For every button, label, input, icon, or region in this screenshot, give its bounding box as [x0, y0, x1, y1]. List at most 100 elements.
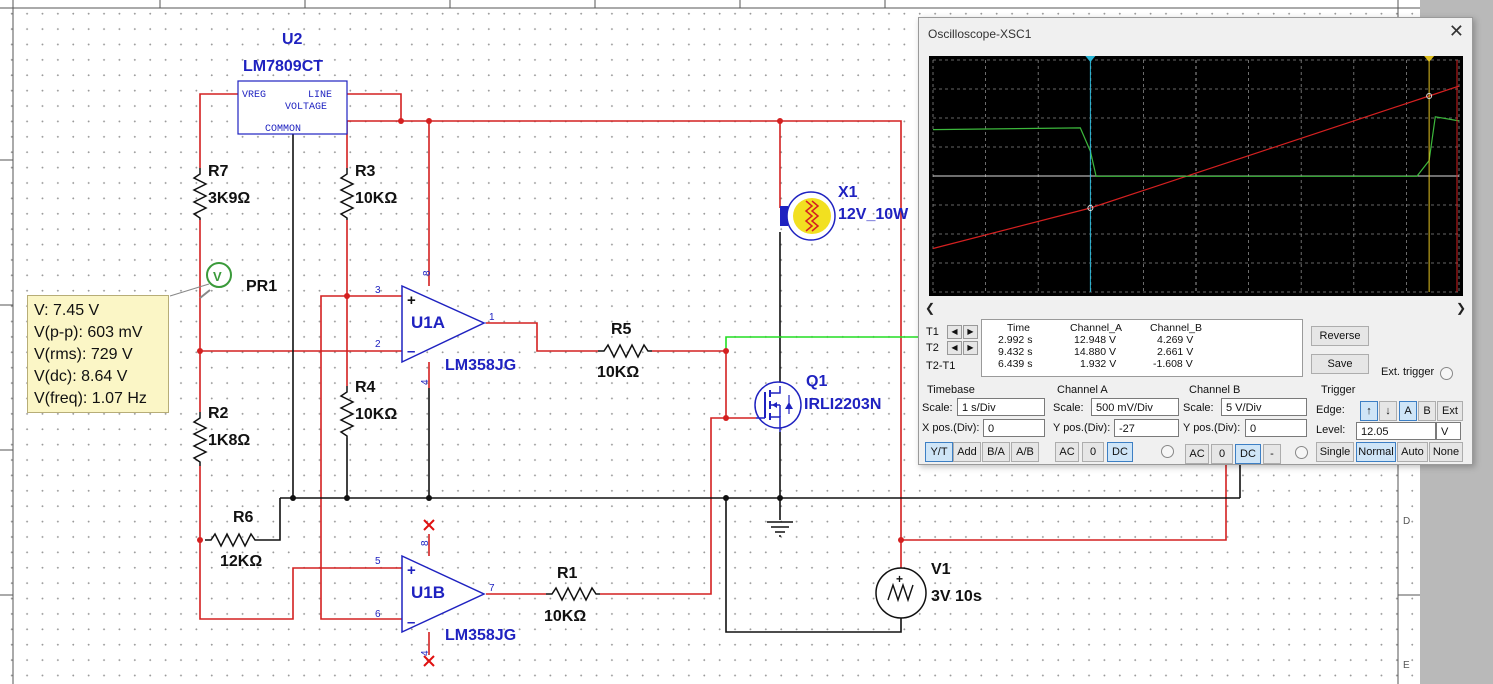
r1-value: 10KΩ [544, 608, 586, 625]
probe-pr1[interactable]: V PR1 [169, 262, 277, 299]
probe-glyph: V [213, 269, 222, 284]
t2-left-arrow-icon[interactable]: ◀ [947, 341, 962, 355]
ruler-letter-e: E [1403, 660, 1410, 671]
wire-green[interactable] [725, 336, 925, 351]
readout-t2-time: 9.432 s [998, 346, 1033, 358]
save-button[interactable]: Save [1311, 354, 1369, 374]
resistor-r7[interactable]: R7 3K9Ω [192, 163, 250, 220]
channel-a-radio[interactable] [1161, 445, 1174, 458]
ext-trigger-radio[interactable] [1440, 367, 1453, 380]
resistor-r5[interactable]: R5 10KΩ [597, 321, 652, 381]
channel-a-ypos-label: Y pos.(Div): [1053, 422, 1111, 434]
lamp-x1[interactable]: X1 12V_10W [780, 184, 909, 241]
readout-header-chb: Channel_B [1150, 322, 1202, 334]
probe-vfreq: V(freq): 1.07 Hz [34, 390, 147, 407]
oscilloscope-window[interactable]: Oscilloscope-XSC1 ✕ ❮ ❯ T1 ◀ ▶ T2 ◀ ▶ T2… [918, 17, 1473, 465]
t1-left-arrow-icon[interactable]: ◀ [947, 325, 962, 339]
opamp-u1b[interactable]: + – U1B LM358JG 5 6 7 8 4 [375, 540, 516, 656]
scope-screen[interactable] [929, 56, 1463, 296]
falling-edge-icon[interactable]: ↓ [1379, 401, 1397, 421]
trigger-normal-button[interactable]: Normal [1356, 442, 1396, 462]
svg-text:–: – [407, 343, 415, 360]
channel-a-dc-button[interactable]: DC [1107, 442, 1133, 462]
u2-ref: U2 [282, 31, 303, 48]
ext-trigger-label: Ext. trigger [1381, 366, 1435, 378]
resistor-r6[interactable]: R6 12KΩ [205, 509, 262, 570]
channel-b-ypos-field[interactable]: 0 [1245, 419, 1307, 437]
readout-dt-cha: 1.932 V [1080, 358, 1117, 370]
u1a-part: LM358JG [445, 357, 516, 374]
u2-pin-voltage: VOLTAGE [285, 102, 327, 113]
readout-header-time: Time [1007, 322, 1030, 334]
mode-add-button[interactable]: Add [953, 442, 981, 462]
trigger-src-b-button[interactable]: B [1418, 401, 1436, 421]
u1b-part: LM358JG [445, 627, 516, 644]
channel-b-radio[interactable] [1295, 446, 1308, 459]
trigger-src-a-button[interactable]: A [1399, 401, 1417, 421]
channel-b-invert-button[interactable]: - [1263, 444, 1281, 464]
rising-edge-icon[interactable]: ↑ [1360, 401, 1378, 421]
resistor-r1[interactable]: R1 10KΩ [544, 565, 600, 625]
probe-voltage: V: 7.45 V [34, 302, 100, 319]
t1-right-arrow-icon[interactable]: ▶ [963, 325, 978, 339]
mode-ba-button[interactable]: B/A [982, 442, 1010, 462]
ground-icon [767, 521, 793, 537]
t1-label: T1 [926, 326, 939, 338]
v1-value: 3V 10s [931, 588, 982, 605]
readout-t2-chb: 2.661 V [1157, 346, 1194, 358]
close-icon[interactable]: ✕ [1449, 21, 1464, 42]
channel-a-zero-button[interactable]: 0 [1082, 442, 1104, 462]
mode-ab-button[interactable]: A/B [1011, 442, 1039, 462]
t2-right-arrow-icon[interactable]: ▶ [963, 341, 978, 355]
u1a-ref: U1A [411, 313, 445, 332]
reverse-button[interactable]: Reverse [1311, 326, 1369, 346]
u1b-pin-minus: 6 [375, 609, 381, 620]
channel-a-ypos-field[interactable]: -27 [1114, 419, 1179, 437]
readout-dt-chb: -1.608 V [1153, 358, 1193, 370]
mosfet-q1[interactable]: Q1 IRLI2203N [754, 373, 881, 432]
scope-horizontal-scrollbar[interactable]: ❮ ❯ [923, 301, 1468, 315]
trigger-src-ext-button[interactable]: Ext [1437, 401, 1463, 421]
r2-ref: R2 [208, 405, 229, 422]
trigger-single-button[interactable]: Single [1316, 442, 1354, 462]
trigger-level-label: Level: [1316, 424, 1346, 436]
channel-a-ac-button[interactable]: AC [1055, 442, 1079, 462]
trigger-level-unit[interactable]: V [1436, 422, 1461, 440]
mode-yt-button[interactable]: Y/T [925, 442, 953, 462]
t2t1-label: T2-T1 [926, 360, 956, 372]
trigger-auto-button[interactable]: Auto [1397, 442, 1428, 462]
resistor-r3[interactable]: R3 10KΩ [339, 163, 397, 220]
r4-value: 10KΩ [355, 406, 397, 423]
trigger-level-field[interactable]: 12.05 [1356, 422, 1436, 440]
q1-ref: Q1 [806, 373, 827, 390]
source-v1[interactable]: + V1 3V 10s [875, 561, 982, 619]
channel-b-title: Channel B [1189, 384, 1241, 396]
scroll-left-icon[interactable]: ❮ [925, 301, 935, 315]
scroll-right-icon[interactable]: ❯ [1456, 301, 1466, 315]
r6-ref: R6 [233, 509, 254, 526]
u1b-pin-v4: 4 [420, 650, 431, 656]
channel-b-dc-button[interactable]: DC [1235, 444, 1261, 464]
channel-b-scale-label: Scale: [1183, 402, 1214, 414]
resistor-r4[interactable]: R4 10KΩ [339, 379, 397, 438]
u1a-pin-v4: 4 [420, 379, 431, 385]
channel-a-title: Channel A [1057, 384, 1108, 396]
regulator-u2[interactable]: VREG LINE VOLTAGE COMMON U2 LM7809CT [237, 31, 348, 135]
channel-b-ac-button[interactable]: AC [1185, 444, 1209, 464]
r6-value: 12KΩ [220, 553, 262, 570]
scope-plot[interactable] [929, 56, 1463, 296]
channel-b-ypos-label: Y pos.(Div): [1183, 422, 1241, 434]
timebase-scale-field[interactable]: 1 s/Div [957, 398, 1045, 416]
opamp-u1a[interactable]: + – U1A LM358JG 3 2 1 8 4 [375, 270, 516, 385]
u2-pin-common: COMMON [265, 124, 301, 135]
channel-a-scale-field[interactable]: 500 mV/Div [1091, 398, 1179, 416]
channel-b-scale-field[interactable]: 5 V/Div [1221, 398, 1307, 416]
trigger-edge-label: Edge: [1316, 404, 1345, 416]
q1-part: IRLI2203N [804, 396, 881, 413]
x1-value: 12V_10W [838, 206, 909, 223]
resistor-r2[interactable]: R2 1K8Ω [192, 405, 250, 466]
junctions [197, 118, 904, 543]
channel-b-zero-button[interactable]: 0 [1211, 444, 1233, 464]
trigger-none-button[interactable]: None [1429, 442, 1463, 462]
timebase-xpos-field[interactable]: 0 [983, 419, 1045, 437]
